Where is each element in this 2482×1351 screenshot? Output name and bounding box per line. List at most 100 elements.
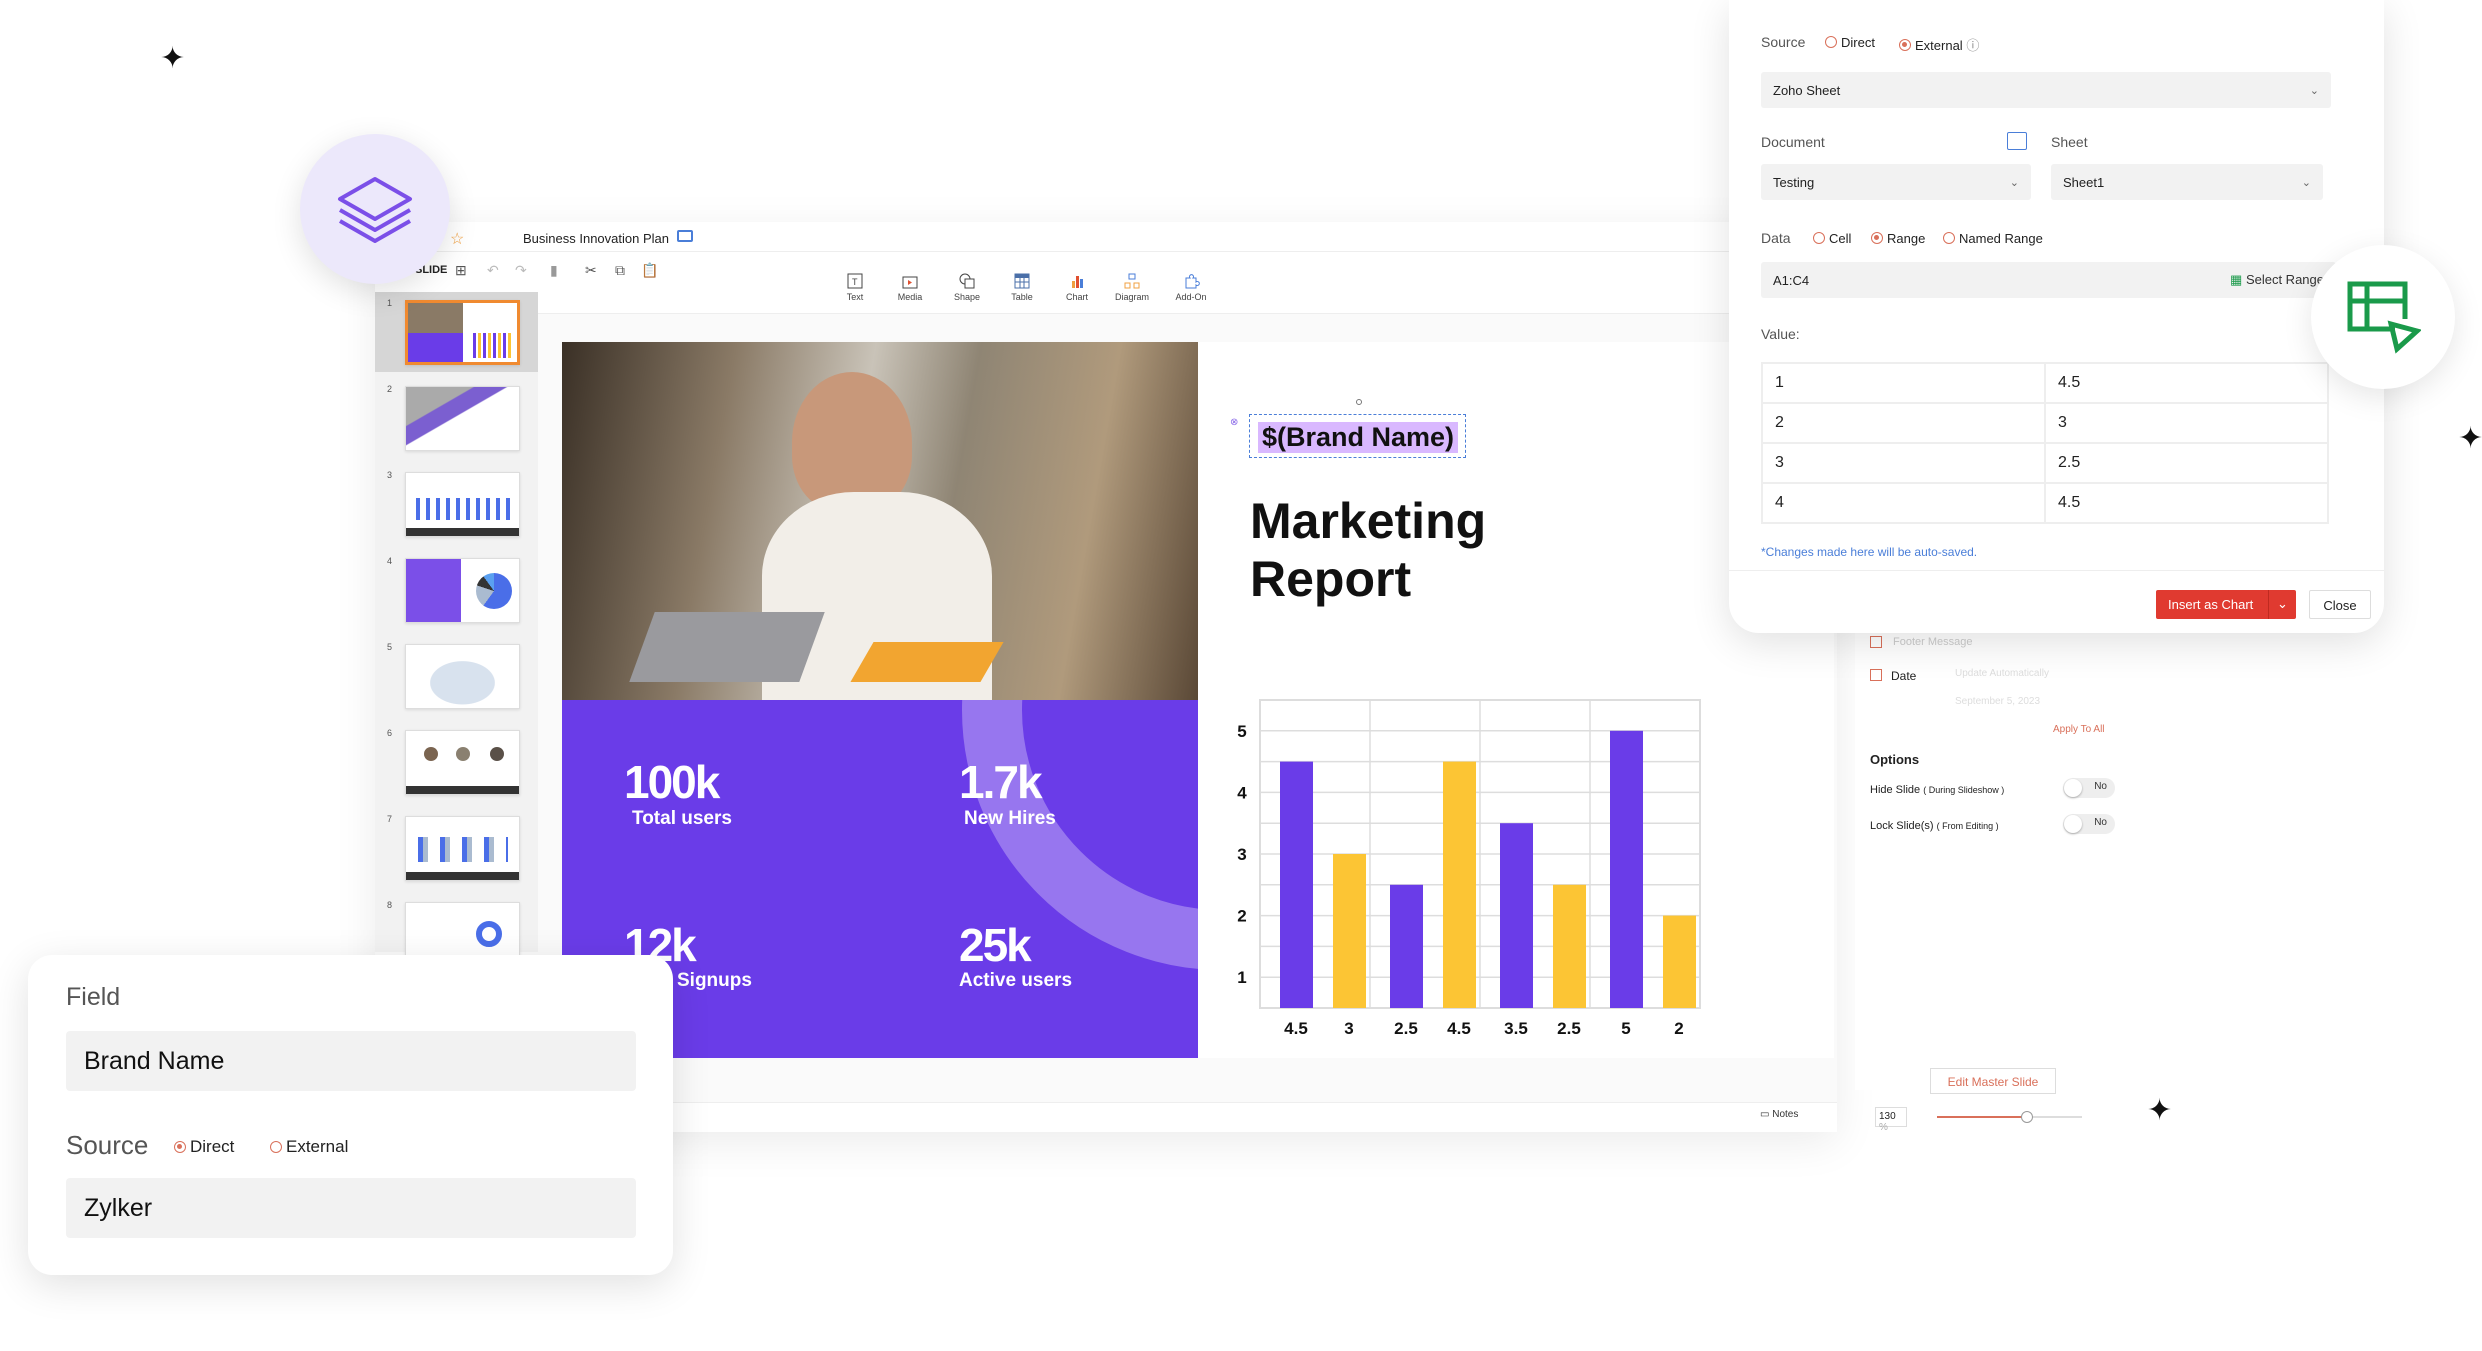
hide-slide-label: Hide Slide ( During Slideshow ) <box>1870 784 2005 796</box>
source-direct-radio[interactable]: Direct <box>1825 35 1875 50</box>
layout-icon[interactable]: ⊞ <box>455 262 467 279</box>
format-painter-icon[interactable]: ▮ <box>550 262 558 279</box>
star-icon[interactable]: ☆ <box>450 229 464 249</box>
source-external-radio[interactable]: External <box>270 1137 348 1157</box>
undo-icon[interactable]: ↶ <box>487 262 499 279</box>
date-checkbox[interactable] <box>1870 669 1882 681</box>
x-tick-label: 2 <box>1674 1019 1683 1038</box>
source-label: Source <box>1761 34 1806 50</box>
bar <box>1500 823 1533 1008</box>
chart-icon <box>1072 276 1083 288</box>
field-label: Field <box>66 983 121 1011</box>
field-name-input[interactable]: Brand Name <box>66 1031 636 1091</box>
edit-master-slide-button[interactable]: Edit Master Slide <box>1930 1068 2056 1094</box>
data-range-radio[interactable]: Range <box>1871 231 1925 246</box>
insert-shape[interactable]: Shape <box>942 272 992 302</box>
lock-slide-label: Lock Slide(s) ( From Editing ) <box>1870 820 1999 832</box>
copy-icon[interactable]: ⧉ <box>615 262 625 279</box>
source-label: Source <box>66 1130 149 1160</box>
options-title: Options <box>1870 752 1920 767</box>
brand-name-textbox[interactable]: $(Brand Name) <box>1249 399 1466 458</box>
toolbar: SLIDE ⊞ ↶ ↷ ▮ ✂ ⧉ 📋 T Text Media Shape Ta… <box>375 252 1837 314</box>
brand-name-placeholder: $(Brand Name) <box>1258 422 1459 453</box>
bar <box>1280 761 1313 1008</box>
bar <box>1443 761 1476 1008</box>
apply-to-all-link[interactable]: Apply To All <box>2053 724 2105 735</box>
addon-icon <box>1185 274 1200 289</box>
insert-media[interactable]: Media <box>885 272 935 302</box>
insert-table[interactable]: Table <box>997 272 1047 302</box>
table-row: 1 4.5 <box>1761 362 2329 404</box>
bar <box>1333 854 1366 1008</box>
y-tick-label: 4 <box>1237 783 1247 802</box>
bar <box>1663 915 1696 1008</box>
slide-canvas[interactable]: 100k Total users 1.7k New Hires 12k Sign… <box>562 342 1834 1058</box>
x-tick-label: 4.5 <box>1284 1019 1308 1038</box>
document-title[interactable]: Business Innovation Plan <box>523 231 669 246</box>
insert-as-chart-button[interactable]: Insert as Chart ⌄ <box>2156 590 2296 619</box>
value-table: 1 4.5 23 3 2.5 4 4.5 <box>1761 362 2329 524</box>
slide-thumb-1[interactable] <box>405 300 520 365</box>
chevron-down-icon[interactable]: ⌄ <box>2268 590 2296 619</box>
slide-thumb-3[interactable] <box>405 472 520 537</box>
select-range-icon: ▦ <box>2230 272 2243 287</box>
source-direct-radio[interactable]: Direct <box>174 1137 234 1157</box>
paste-icon[interactable]: 📋 <box>641 262 658 279</box>
range-input[interactable]: A1:C4 ▦ Select Range <box>1761 262 2336 298</box>
slide-thumb-6[interactable] <box>405 730 520 795</box>
footer-message-input[interactable]: Footer Message <box>1893 636 1972 648</box>
sheet-select[interactable]: Sheet1 ⌄ <box>2051 164 2323 200</box>
stat-value: 1.7k <box>959 756 1043 808</box>
provider-select[interactable]: Zoho Sheet ⌄ <box>1761 72 2331 108</box>
y-tick-label: 1 <box>1237 968 1246 987</box>
source-external-radio[interactable]: External ⓘ <box>1899 35 1979 54</box>
table-row: 3 2.5 <box>1761 442 2329 484</box>
source-value-input[interactable]: Zylker <box>66 1178 636 1238</box>
notes-button[interactable]: ▭ Notes <box>1760 1109 1798 1120</box>
folder-icon[interactable] <box>677 230 693 242</box>
insert-diagram[interactable]: Diagram <box>1107 272 1157 302</box>
insert-chart[interactable]: Chart <box>1052 272 1102 302</box>
lock-slide-toggle[interactable]: No <box>2063 814 2115 834</box>
select-range-button[interactable]: ▦ Select Range <box>2230 272 2324 288</box>
x-tick-label: 2.5 <box>1557 1019 1581 1038</box>
zoom-slider[interactable] <box>1937 1111 2082 1123</box>
stat-label: New Hires <box>964 808 1056 829</box>
bar-chart[interactable]: 1 2 3 4 5 4.5 3 2.5 4.5 3.5 2.5 5 2 <box>1222 682 1702 1052</box>
document-label: Document <box>1761 134 1825 150</box>
chevron-down-icon: ⌄ <box>2009 176 2019 189</box>
data-cell-radio[interactable]: Cell <box>1813 231 1851 246</box>
data-label: Data <box>1761 230 1791 246</box>
slide-thumb-5[interactable] <box>405 644 520 709</box>
sparkle-icon: ✦ <box>2147 1094 2173 1127</box>
zoom-input[interactable]: 130 % <box>1875 1107 1907 1133</box>
date-value-select[interactable]: September 5, 2023 <box>1955 696 2040 707</box>
insert-addon[interactable]: Add-On <box>1166 272 1216 302</box>
stat-label: Signups <box>677 970 752 991</box>
data-named-range-radio[interactable]: Named Range <box>1943 231 2043 246</box>
data-source-panel: Source Direct External ⓘ Zoho Sheet ⌄ Doc… <box>1729 0 2384 633</box>
bar <box>1553 884 1586 1008</box>
stat-label: Total users <box>632 808 732 829</box>
select-range-badge <box>2311 245 2455 389</box>
slide-thumb-7[interactable] <box>405 816 520 881</box>
footer-checkbox[interactable] <box>1870 636 1882 648</box>
slide-photo <box>562 342 1198 700</box>
slide-thumb-4[interactable] <box>405 558 520 623</box>
slide-properties-panel: Footer Message Date Update Automatically… <box>1855 620 2130 1094</box>
stat-value: 25k <box>959 919 1032 971</box>
browse-folder-icon[interactable] <box>2007 132 2027 150</box>
document-select[interactable]: Testing ⌄ <box>1761 164 2031 200</box>
insert-text[interactable]: T Text <box>830 272 880 302</box>
redo-icon[interactable]: ↷ <box>515 262 527 279</box>
date-label: Date <box>1891 669 1917 683</box>
date-mode-select[interactable]: Update Automatically <box>1955 668 2049 679</box>
hide-slide-toggle[interactable]: No <box>2063 778 2115 798</box>
close-button[interactable]: Close <box>2309 590 2371 619</box>
rotate-handle[interactable] <box>1356 399 1362 405</box>
svg-text:T: T <box>852 277 858 287</box>
cut-icon[interactable]: ✂ <box>585 262 597 279</box>
info-icon[interactable]: ⓘ <box>1966 38 1979 53</box>
slide-thumb-2[interactable] <box>405 386 520 451</box>
table-icon <box>1014 273 1030 289</box>
